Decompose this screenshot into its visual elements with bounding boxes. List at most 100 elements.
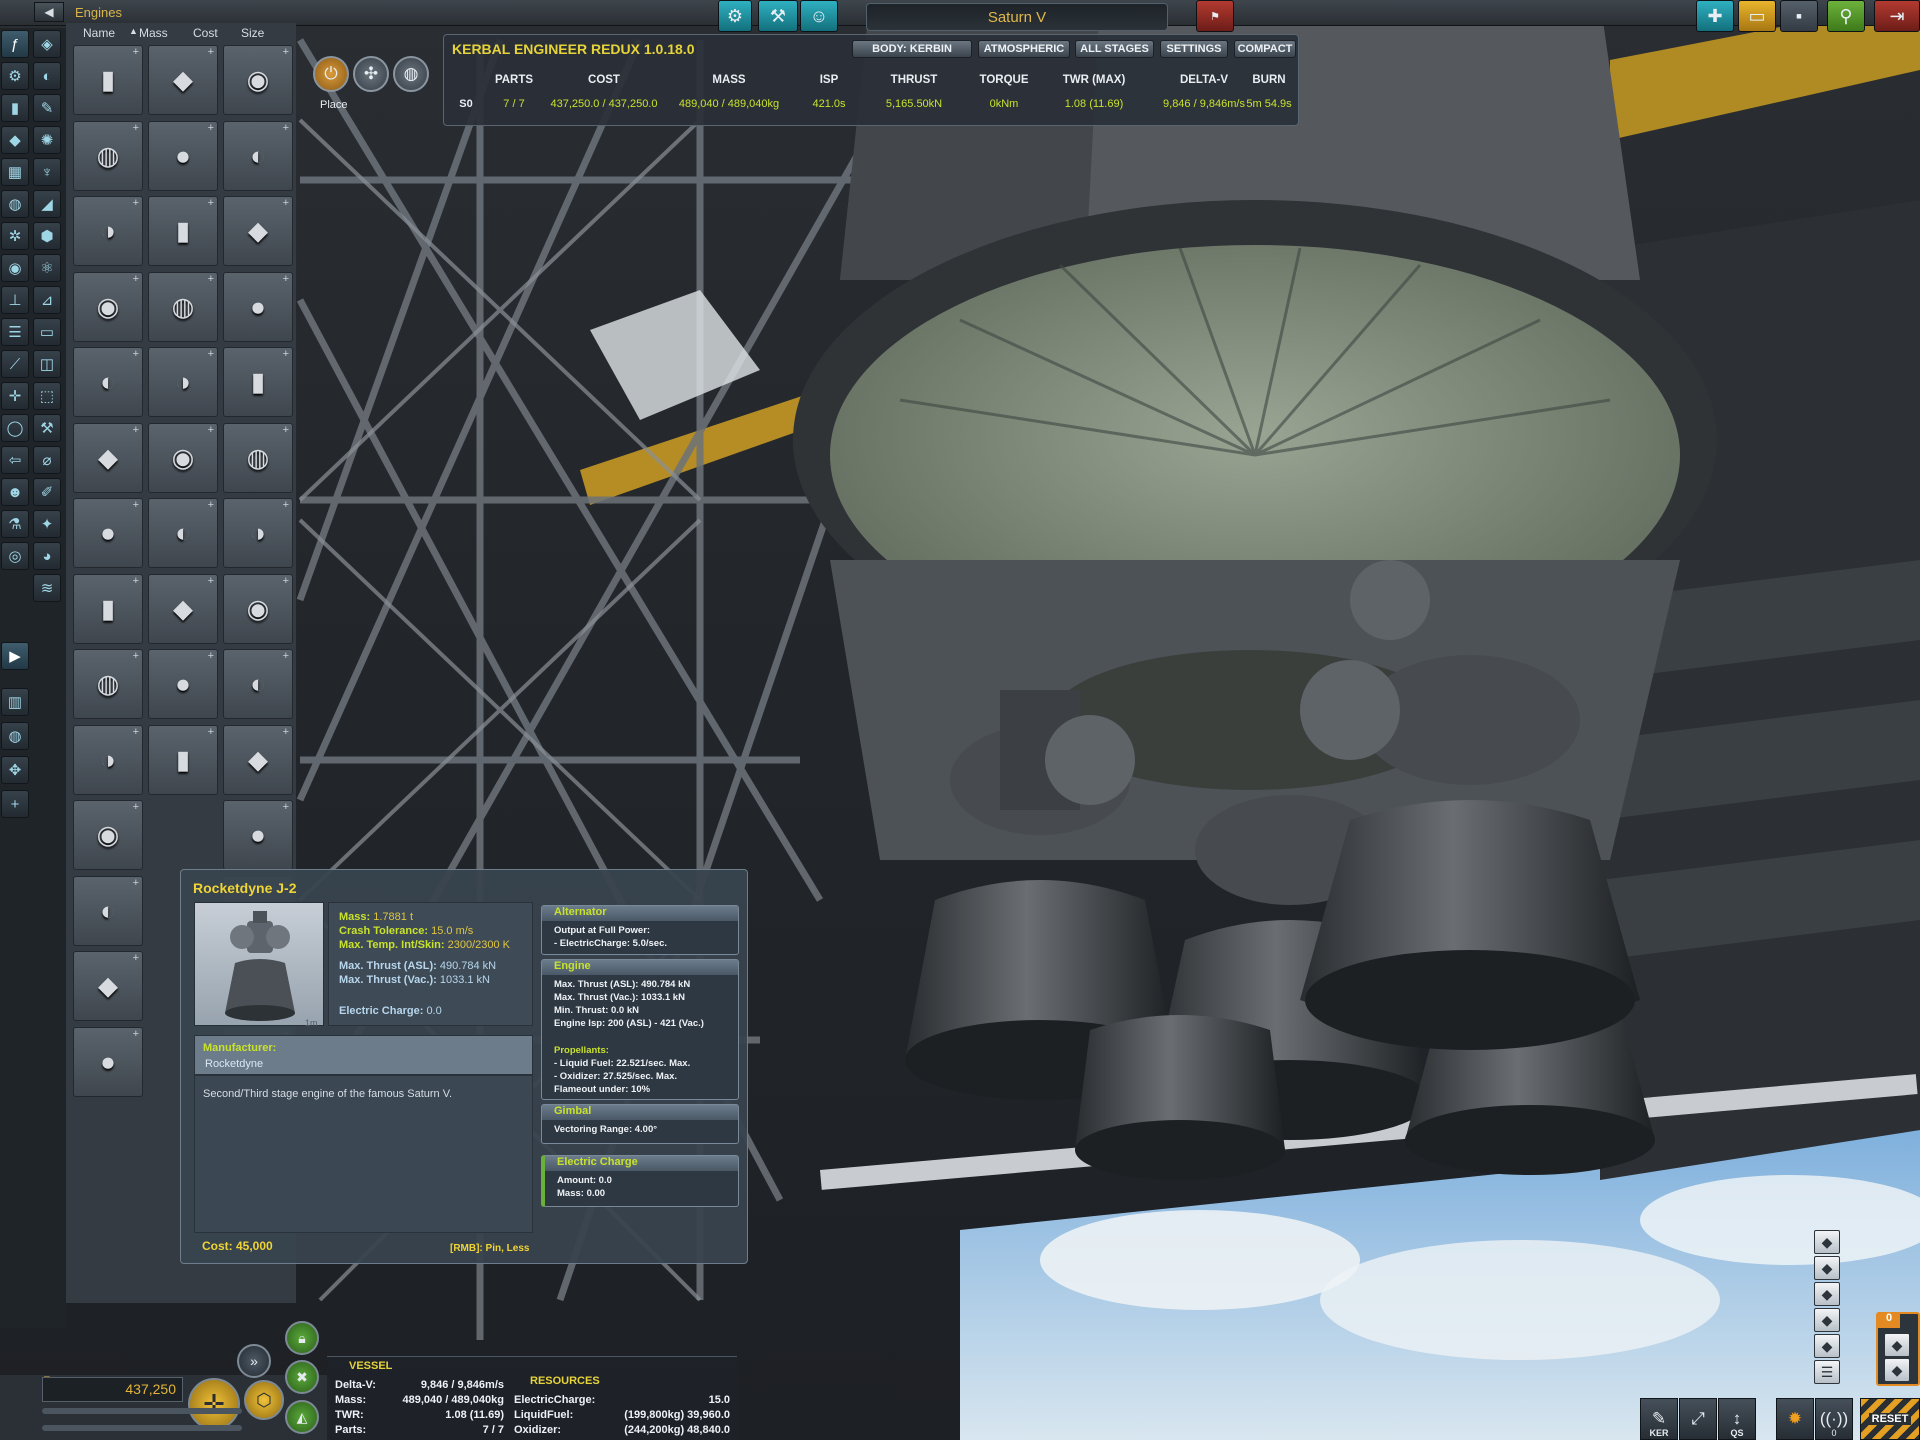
part-cell[interactable]: + ◉ (73, 800, 143, 870)
part-cell[interactable]: + ● (223, 271, 293, 342)
flag-button[interactable]: ⚑ (1196, 0, 1234, 32)
filter-wheel-icon[interactable]: ◎ (1, 542, 29, 570)
filter-structural-icon[interactable]: ▥ (1, 688, 29, 716)
filter-ladder-icon[interactable]: ☰ (1, 318, 29, 346)
part-cell[interactable]: +◍ (223, 422, 293, 493)
part-cell[interactable]: + ◉ (148, 422, 218, 493)
scrollbar-track[interactable] (42, 1408, 242, 1414)
part-cell[interactable]: + ● (148, 649, 218, 719)
add-part-icon[interactable]: + (133, 499, 139, 511)
quicksave-button[interactable]: ↕ QS (1718, 1398, 1756, 1440)
add-part-icon[interactable]: + (208, 273, 214, 285)
part-cell[interactable]: +◑ (73, 196, 143, 266)
rotate-tool-button[interactable]: ◍ (393, 56, 429, 92)
part-cell[interactable]: +◍ (73, 649, 143, 719)
new-vessel-button[interactable]: ✚ (1696, 0, 1734, 32)
settings-button[interactable]: ✹ (1776, 1398, 1814, 1440)
add-part-icon[interactable]: + (133, 726, 139, 738)
filter-gear-icon[interactable]: ✲ (1, 222, 29, 250)
filter-nose-icon[interactable]: ⇦ (1, 446, 29, 474)
filter-light-icon[interactable]: ◕ (33, 542, 61, 570)
part-cell[interactable]: + ◆ (223, 196, 293, 266)
filter-command-icon[interactable]: ◆ (1, 126, 29, 154)
part-cell[interactable]: + ◐ (223, 649, 293, 719)
filter-wing-icon[interactable]: ◢ (33, 190, 61, 218)
add-part-icon[interactable]: + (208, 46, 214, 58)
add-part-icon[interactable]: + (133, 424, 139, 436)
add-part-icon[interactable]: + (133, 273, 139, 285)
stage-part-2[interactable]: ◆ (1814, 1256, 1840, 1280)
add-part-icon[interactable]: + (208, 122, 214, 134)
filter-pod-icon[interactable]: ⬚ (33, 382, 61, 410)
add-part-icon[interactable]: + (208, 499, 214, 511)
stage-part-5[interactable]: ◆ (1814, 1334, 1840, 1358)
stage-group-part-1[interactable]: ◆ (1884, 1333, 1910, 1357)
exit-button[interactable]: ⇥ (1874, 0, 1920, 32)
filter-fuel-icon[interactable]: ⚗ (1, 510, 29, 538)
filter-atom-icon[interactable]: ⚛ (33, 254, 61, 282)
crane-button[interactable]: ◭ (285, 1400, 319, 1434)
filter-factory-icon[interactable]: ▦ (1, 158, 29, 186)
add-part-icon[interactable]: + (283, 348, 289, 360)
part-cell[interactable]: +▮ (73, 45, 143, 115)
comm-button[interactable]: ((·)) 0 (1815, 1398, 1853, 1440)
add-part-icon[interactable]: + (283, 801, 289, 813)
ship-name-field[interactable]: Saturn V (866, 3, 1168, 31)
add-part-icon[interactable]: + (133, 46, 139, 58)
reset-button[interactable]: RESET (1860, 1398, 1920, 1440)
filter-wrench-icon[interactable]: ⚒ (33, 414, 61, 442)
part-cell[interactable]: + ◉ (223, 573, 293, 644)
filter-sun-icon[interactable]: ✺ (33, 126, 61, 154)
filter-engines-icon[interactable]: ▶ (1, 642, 29, 670)
crew-editor-button[interactable]: ⚒ (758, 0, 798, 32)
ker-body-button[interactable]: BODY: KERBIN (852, 40, 972, 58)
filter-antenna-icon[interactable]: ♆ (33, 158, 61, 186)
sort-by-cost[interactable]: Cost (193, 26, 218, 40)
ker-compact-button[interactable]: COMPACT (1234, 40, 1296, 58)
add-part-icon[interactable]: + (208, 650, 214, 662)
filter-engine-icon[interactable]: ◐ (33, 62, 61, 90)
part-cell[interactable]: +◑ (148, 347, 218, 417)
filter-rcs-icon[interactable]: ✛ (1, 382, 29, 410)
filter-satellite-icon[interactable]: ✦ (33, 510, 61, 538)
add-part-icon[interactable]: + (133, 1028, 139, 1040)
filter-function-icon[interactable]: ƒ (1, 30, 29, 58)
part-cell[interactable]: +◑ (223, 498, 293, 568)
add-part-icon[interactable]: + (283, 424, 289, 436)
part-cell[interactable]: + ◆ (73, 951, 143, 1021)
kerbal-crew-button[interactable]: ☺ (800, 0, 838, 32)
filter-pin-icon[interactable]: ◈ (33, 30, 61, 58)
collapse-arrow-icon[interactable]: ◀ (34, 2, 64, 22)
filter-dish-icon[interactable]: ⊿ (33, 286, 61, 314)
stage-part-4[interactable]: ◆ (1814, 1308, 1840, 1332)
add-part-icon[interactable]: + (283, 46, 289, 58)
filter-leg-icon[interactable]: ⊥ (1, 286, 29, 314)
add-part-icon[interactable]: + (283, 273, 289, 285)
save-vessel-button[interactable]: ▪ (1780, 0, 1818, 32)
ker-settings-button[interactable]: SETTINGS (1160, 40, 1228, 58)
filter-cargo-icon[interactable]: ◍ (1, 722, 29, 750)
part-cell[interactable]: +▮ (148, 196, 218, 266)
add-part-icon[interactable]: + (208, 575, 214, 587)
filter-decoupler-icon[interactable]: ◫ (33, 350, 61, 378)
filter-battery-icon[interactable]: ▭ (33, 318, 61, 346)
add-part-icon[interactable]: + (283, 650, 289, 662)
filter-tank-icon[interactable]: ▮ (1, 94, 29, 122)
load-vessel-button[interactable]: ▭ (1738, 0, 1776, 32)
add-part-icon[interactable]: + (208, 197, 214, 209)
filter-thermometer-icon[interactable]: ⌀ (33, 446, 61, 474)
add-part-icon[interactable]: + (133, 877, 139, 889)
part-cell[interactable]: + ◉ (73, 271, 143, 342)
part-cell[interactable]: +◍ (73, 120, 143, 191)
part-cell[interactable]: +▮ (223, 347, 293, 417)
add-part-icon[interactable]: + (133, 801, 139, 813)
add-part-icon[interactable]: + (133, 197, 139, 209)
add-part-icon[interactable]: + (208, 348, 214, 360)
place-tool-button[interactable]: ⏻ (313, 56, 349, 92)
wrench-button[interactable]: ✖ (285, 1360, 319, 1394)
filter-module-icon[interactable]: ⚙ (1, 62, 29, 90)
symmetry-button[interactable]: ✛ (188, 1378, 240, 1430)
snap-button[interactable]: ⬡ (244, 1380, 284, 1420)
add-part-icon[interactable]: + (133, 575, 139, 587)
filter-utility-icon[interactable]: ✥ (1, 756, 29, 784)
